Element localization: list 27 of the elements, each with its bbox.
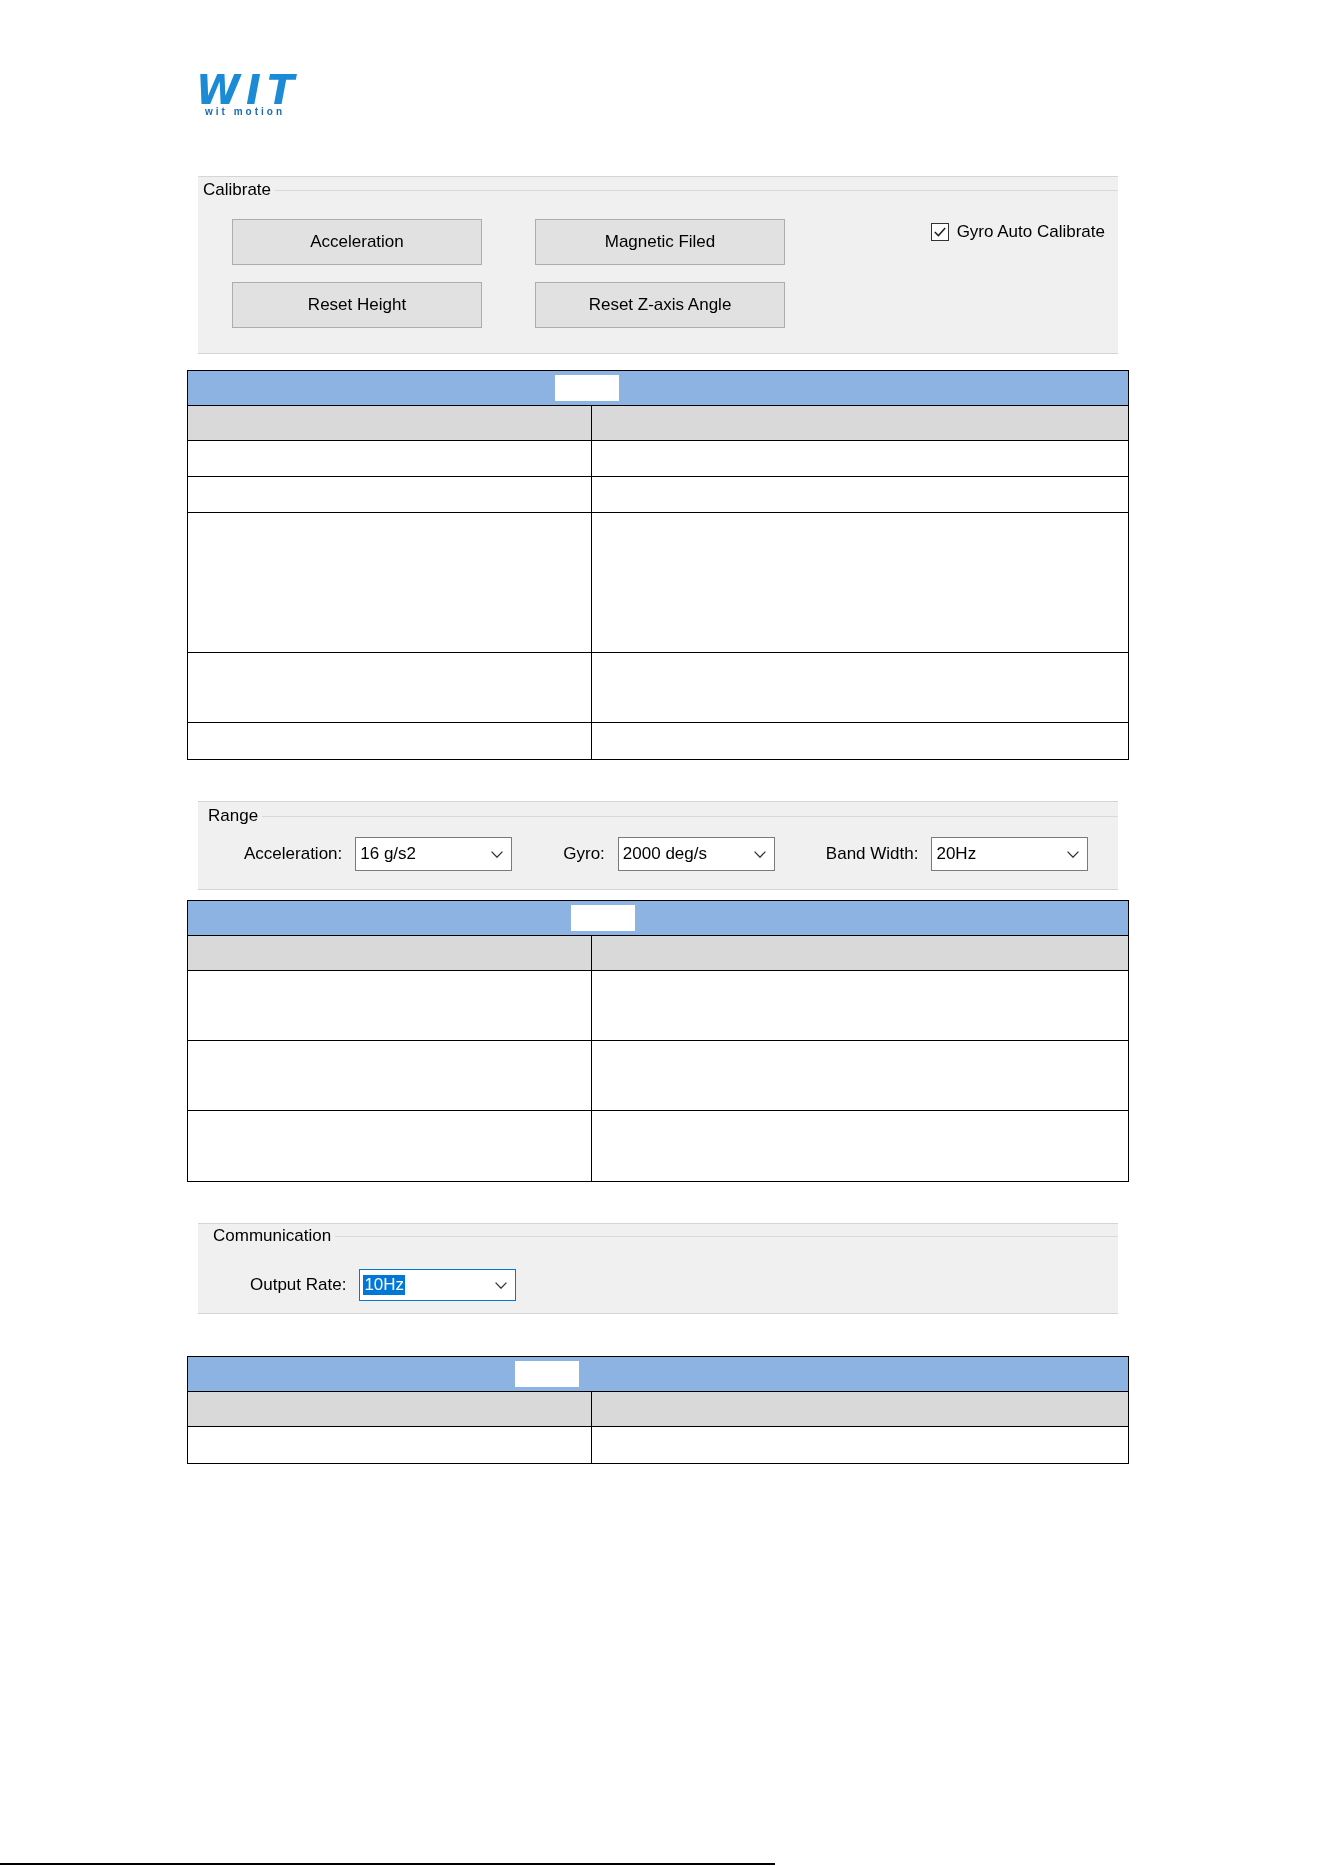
chevron-down-icon: [491, 850, 504, 858]
field-label: Gyro:: [563, 844, 605, 864]
logo-wordmark: WIT: [196, 74, 301, 106]
dropdown[interactable]: 10Hz: [359, 1269, 517, 1301]
group-title: Calibrate: [203, 180, 273, 200]
action-button[interactable]: Magnetic Filed: [535, 219, 785, 265]
logo-tagline: wit motion: [205, 106, 285, 117]
field-label: Acceleration:: [244, 844, 343, 864]
blank-label-patch: [571, 905, 635, 931]
checkbox[interactable]: [930, 223, 949, 241]
chevron-down-icon: [753, 850, 766, 858]
action-button[interactable]: Reset Z-axis Angle: [535, 282, 785, 328]
group-title: Communication: [213, 1226, 333, 1246]
dropdown[interactable]: 16 g/s2: [355, 837, 513, 871]
checkmark-icon: [933, 227, 946, 237]
field-label: Band Width:: [825, 844, 919, 864]
action-button[interactable]: Acceleration: [232, 219, 482, 265]
dropdown[interactable]: 20Hz: [931, 837, 1089, 871]
group-title: Range: [208, 806, 260, 826]
checkbox-label[interactable]: Gyro Auto Calibrate: [956, 222, 1105, 242]
dropdown[interactable]: 2000 deg/s: [617, 837, 775, 871]
field-label: Output Rate:: [250, 1275, 347, 1295]
chevron-down-icon: [1067, 850, 1080, 858]
blank-label-patch: [555, 375, 619, 401]
chevron-down-icon: [495, 1281, 508, 1289]
blank-label-patch: [515, 1361, 579, 1387]
action-button[interactable]: Reset Height: [232, 282, 482, 328]
